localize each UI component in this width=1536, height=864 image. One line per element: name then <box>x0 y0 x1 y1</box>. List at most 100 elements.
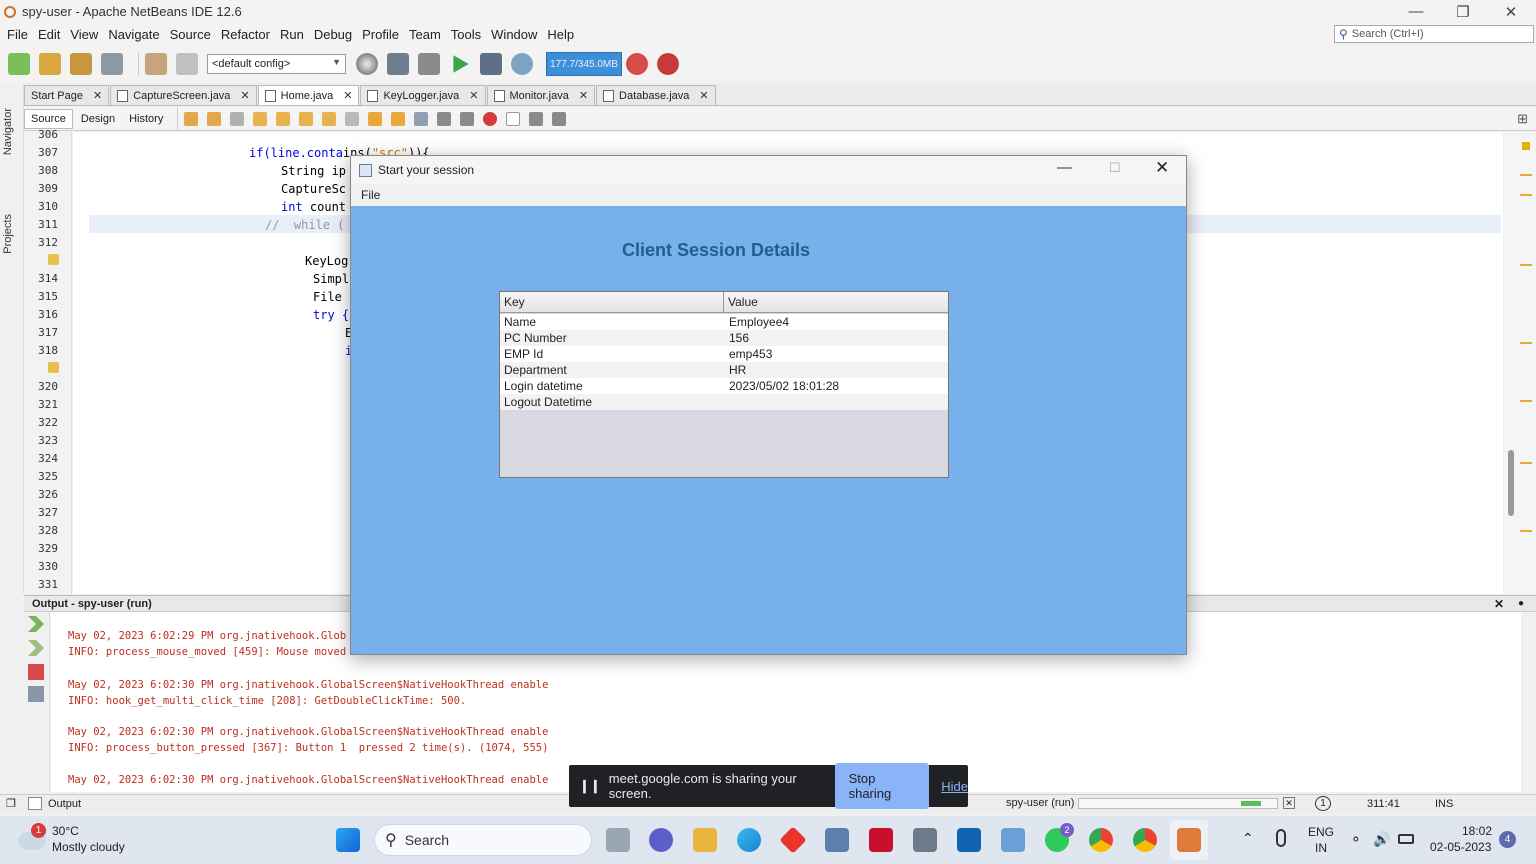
language-primary[interactable]: ENG <box>1308 825 1334 839</box>
error-stripe[interactable] <box>1504 132 1536 594</box>
hide-link[interactable]: Hide <box>941 779 968 794</box>
config-select[interactable]: <default config> ▼ <box>207 54 346 74</box>
chevron-up-icon[interactable]: ⌃ <box>1242 830 1254 847</box>
tab-keylogger[interactable]: KeyLogger.java ✕ <box>360 85 486 105</box>
close-icon[interactable]: ✕ <box>579 89 588 102</box>
task-view-icon[interactable] <box>606 828 630 852</box>
drag-handle-icon[interactable]: ❙❙ <box>579 778 601 794</box>
settings-icon[interactable] <box>28 686 44 702</box>
find-previous-icon[interactable] <box>276 111 291 126</box>
weather-desc[interactable]: Mostly cloudy <box>52 840 125 854</box>
clock-date[interactable]: 02-05-2023 <box>1430 840 1491 854</box>
menu-run[interactable]: Run <box>275 27 309 42</box>
stop-macro-icon[interactable] <box>506 111 521 126</box>
table-row[interactable]: EMP Id emp453 <box>500 346 948 362</box>
uncomment-icon[interactable] <box>552 111 567 126</box>
dialog-minimize-button[interactable]: — <box>1057 159 1072 176</box>
save-all-icon[interactable] <box>101 53 123 75</box>
clock-time[interactable]: 18:02 <box>1462 824 1492 838</box>
weather-temp[interactable]: 30°C <box>52 824 79 838</box>
close-icon[interactable]: ✕ <box>1494 597 1504 611</box>
warning-hint-icon[interactable] <box>48 254 59 265</box>
java-icon[interactable] <box>1177 828 1201 852</box>
volume-icon[interactable]: 🔊 <box>1373 831 1390 848</box>
rerun-icon[interactable] <box>28 616 44 632</box>
menu-source[interactable]: Source <box>165 27 216 42</box>
menu-window[interactable]: Window <box>486 27 542 42</box>
stop-sharing-button[interactable]: Stop sharing <box>834 763 930 809</box>
toggle-bookmark-icon[interactable] <box>414 111 429 126</box>
table-row[interactable]: PC Number 156 <box>500 330 948 346</box>
restore-button[interactable]: ❐ <box>1440 0 1486 23</box>
mcafee-icon[interactable] <box>869 828 893 852</box>
projects-tab[interactable]: Projects <box>2 214 14 254</box>
menu-edit[interactable]: Edit <box>33 27 65 42</box>
notification-count[interactable]: 4 <box>1499 831 1516 848</box>
windows-start-icon[interactable] <box>336 828 360 852</box>
find-icon[interactable] <box>253 111 268 126</box>
menu-file[interactable]: File <box>2 27 33 42</box>
column-header-value[interactable]: Value <box>724 292 948 313</box>
editor-scrollbar-thumb[interactable] <box>1508 450 1514 516</box>
menu-navigate[interactable]: Navigate <box>103 27 164 42</box>
build-hammer-icon[interactable] <box>387 53 409 75</box>
warning-hint-icon[interactable] <box>48 362 59 373</box>
column-header-key[interactable]: Key <box>500 292 724 313</box>
profile-icon[interactable] <box>511 53 533 75</box>
clean-build-icon[interactable] <box>418 53 440 75</box>
redo-icon[interactable] <box>176 53 198 75</box>
rerun-params-icon[interactable] <box>28 640 44 656</box>
chat-icon[interactable] <box>649 828 673 852</box>
globe-icon[interactable] <box>356 53 378 75</box>
dialog-maximize-button[interactable]: ☐ <box>1109 160 1121 176</box>
menu-tools[interactable]: Tools <box>446 27 486 42</box>
menu-view[interactable]: View <box>65 27 103 42</box>
run-play-icon[interactable] <box>453 55 469 73</box>
close-icon[interactable]: ✕ <box>343 89 352 102</box>
toggle-highlight-icon[interactable] <box>322 111 337 126</box>
next-bookmark-icon[interactable] <box>391 111 406 126</box>
taskbar-search[interactable]: ⚲ Search <box>374 824 592 856</box>
table-row[interactable]: Department HR <box>500 362 948 378</box>
gc-icon[interactable] <box>626 53 648 75</box>
chrome-icon[interactable] <box>1133 828 1157 852</box>
table-row[interactable]: Name Employee4 <box>500 314 948 330</box>
forward-icon[interactable] <box>207 111 222 126</box>
edge-icon[interactable] <box>737 828 761 852</box>
find-next-icon[interactable] <box>299 111 314 126</box>
netbeans-taskbar-icon[interactable] <box>1001 828 1025 852</box>
record-macro-icon[interactable] <box>483 111 498 126</box>
app-icon[interactable] <box>957 828 981 852</box>
select-icon[interactable] <box>345 111 360 126</box>
table-row[interactable]: Logout Datetime <box>500 394 948 410</box>
shift-right-icon[interactable] <box>460 111 475 126</box>
tab-monitor[interactable]: Monitor.java ✕ <box>486 85 596 105</box>
file-explorer-icon[interactable] <box>693 828 717 852</box>
minimize-panel-icon[interactable]: ● <box>1518 598 1524 609</box>
split-editor-icon[interactable]: ⊞ <box>1517 111 1528 127</box>
memory-meter[interactable]: 177.7/345.0MB <box>546 52 622 76</box>
shift-left-icon[interactable] <box>437 111 452 126</box>
stop-icon[interactable] <box>28 664 44 680</box>
chrome-icon[interactable] <box>1089 828 1113 852</box>
debug-icon[interactable] <box>480 53 502 75</box>
dialog-close-button[interactable]: ✕ <box>1155 158 1169 178</box>
menu-profile[interactable]: Profile <box>357 27 404 42</box>
close-icon[interactable]: ✕ <box>699 89 708 102</box>
undo-icon[interactable] <box>145 53 167 75</box>
open-project-icon[interactable] <box>70 53 92 75</box>
menu-help[interactable]: Help <box>542 27 579 42</box>
battery-icon[interactable] <box>1398 834 1414 844</box>
menu-team[interactable]: Team <box>404 27 446 42</box>
new-file-icon[interactable] <box>8 53 30 75</box>
menu-debug[interactable]: Debug <box>309 27 357 42</box>
design-mode-button[interactable]: Design <box>75 110 121 128</box>
close-icon[interactable]: ✕ <box>93 89 102 102</box>
table-row[interactable]: Login datetime 2023/05/02 18:01:28 <box>500 378 948 394</box>
back-icon[interactable] <box>184 111 199 126</box>
tab-start-page[interactable]: Start Page ✕ <box>24 85 110 105</box>
dialog-menu-file[interactable]: File <box>361 188 380 202</box>
new-project-icon[interactable] <box>39 53 61 75</box>
cancel-progress-icon[interactable]: ✕ <box>1283 797 1295 809</box>
pause-io-icon[interactable] <box>657 53 679 75</box>
